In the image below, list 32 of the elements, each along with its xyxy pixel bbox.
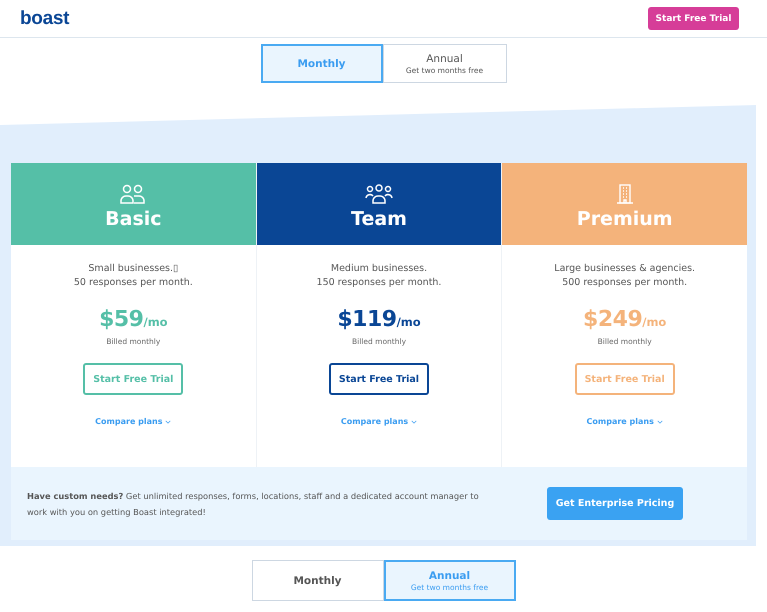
plan-description: 150 responses per month. — [316, 277, 442, 288]
enterprise-pricing-button[interactable]: Get Enterprise Pricing — [547, 487, 683, 520]
price-unit: /mo — [642, 315, 666, 329]
billing-tab[interactable]: Monthly — [252, 560, 384, 601]
chevron-down-icon — [411, 420, 418, 424]
plan-name: Premium — [576, 208, 673, 230]
logo[interactable]: boast — [20, 8, 70, 30]
plan-description: Medium businesses. — [330, 263, 428, 274]
start-trial-button[interactable]: Start Free Trial — [329, 363, 429, 395]
plan-name: Basic — [105, 208, 162, 230]
plan-description: 50 responses per month. — [74, 277, 193, 288]
plan-name: Team — [351, 208, 407, 230]
plan-price: $59 — [99, 307, 144, 332]
start-trial-button[interactable]: Start Free Trial — [83, 363, 184, 395]
compare-plans-link[interactable]: Compare plans — [95, 417, 172, 426]
price-unit: /mo — [144, 315, 168, 329]
plan-price: $249 — [583, 307, 642, 332]
users-icon — [119, 184, 148, 204]
plan-description: Large businesses & agencies. — [554, 263, 696, 274]
start-trial-button[interactable]: Start Free Trial — [648, 7, 739, 30]
chevron-down-icon — [656, 420, 663, 424]
compare-plans-link[interactable]: Compare plans — [340, 417, 418, 426]
plan-description: 500 responses per month. — [562, 277, 688, 288]
chevron-down-icon — [165, 420, 172, 424]
enterprise-text: Have custom needs? Get unlimited responses, forms, locations, staff and a dedicated account manager to work with you on getting Boast integrated! — [27, 490, 480, 519]
start-trial-button[interactable]: Start Free Trial — [574, 363, 675, 395]
plan-price: $119 — [337, 307, 397, 332]
compare-plans-link[interactable]: Compare plans — [586, 417, 663, 426]
price-unit: /mo — [396, 315, 421, 329]
plan-description: Small businesses.▯ — [88, 263, 178, 274]
billing-tab[interactable]: Monthly — [260, 44, 382, 83]
group-icon — [365, 184, 393, 204]
